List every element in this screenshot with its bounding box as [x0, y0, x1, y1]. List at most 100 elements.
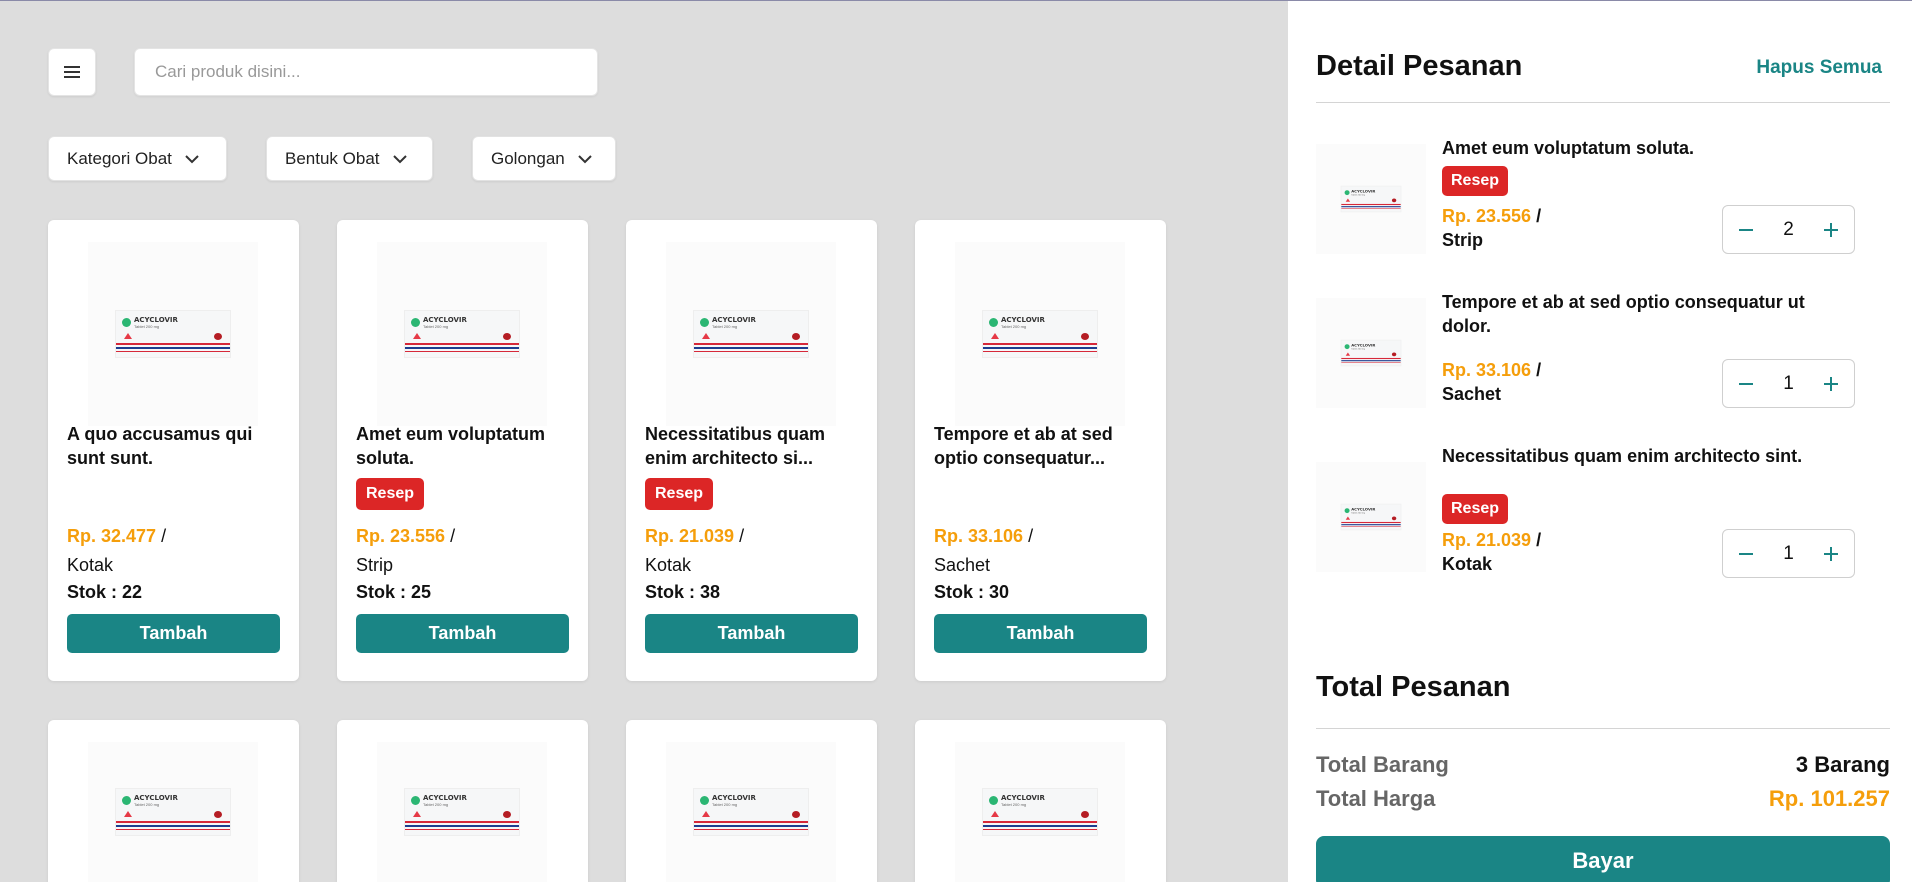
order-item-image: ACYCLOVIR Tablet 200 mg [1316, 144, 1426, 254]
add-button[interactable]: Tambah [67, 614, 280, 653]
plus-icon [1823, 222, 1838, 237]
minus-icon [1739, 382, 1753, 385]
plus-icon [1823, 376, 1838, 391]
prescription-badge: Resep [1442, 494, 1509, 524]
product-card: ACYCLOVIR Tablet 200 mg Tempore et ab at … [915, 220, 1166, 681]
product-stock: Stok : 22 [67, 582, 143, 602]
order-item-image: ACYCLOVIR Tablet 200 mg [1316, 462, 1426, 572]
order-item-name: Necessitatibus quam enim architecto sint… [1442, 446, 1803, 466]
product-card: ACYCLOVIR Tablet 200 mg [337, 720, 588, 882]
order-item-unit: Kotak [1442, 554, 1493, 574]
product-image: ACYCLOVIR Tablet 200 mg [88, 242, 258, 426]
product-unit: Kotak [645, 555, 692, 575]
order-item: ACYCLOVIR Tablet 200 mg Tempore et ab at … [1316, 292, 1855, 418]
chevron-down-icon [185, 154, 199, 163]
product-price: Rp. 32.477 / [67, 526, 167, 546]
product-image: ACYCLOVIR Tablet 200 mg [88, 742, 258, 882]
order-item-price: Rp. 33.106 / [1442, 360, 1542, 380]
quantity-value[interactable]: 1 [1783, 543, 1794, 565]
quantity-stepper: 1 [1722, 529, 1855, 578]
increase-button[interactable] [1820, 543, 1842, 565]
total-price-row: Total Harga Rp. 101.257 [1316, 786, 1890, 812]
product-card: ACYCLOVIR Tablet 200 mg A quo accusamus q… [48, 220, 299, 681]
product-image: ACYCLOVIR Tablet 200 mg [377, 742, 547, 882]
product-name: Amet eum voluptatum soluta. [356, 424, 546, 468]
product-card: ACYCLOVIR Tablet 200 mg [626, 720, 877, 882]
increase-button[interactable] [1820, 219, 1842, 241]
chevron-down-icon [578, 154, 592, 163]
quantity-value[interactable]: 2 [1783, 219, 1794, 241]
order-item-name: Amet eum voluptatum soluta. [1442, 138, 1695, 158]
prescription-badge: Resep [645, 478, 714, 510]
prescription-badge: Resep [356, 478, 425, 510]
product-area: Kategori Obat Bentuk Obat Golongan ACYCL… [0, 0, 1288, 882]
product-image: ACYCLOVIR Tablet 200 mg [666, 742, 836, 882]
order-item-name: Tempore et ab at sed optio consequatur u… [1442, 292, 1805, 336]
total-items-row: Total Barang 3 Barang [1316, 752, 1890, 778]
order-panel: Detail Pesanan Hapus Semua ACYCLOVIR Tabl… [1288, 0, 1912, 882]
product-name: Necessitatibus quam enim architecto si..… [645, 424, 826, 468]
product-card: ACYCLOVIR Tablet 200 mg [48, 720, 299, 882]
top-border [0, 0, 1912, 1]
order-item-price: Rp. 21.039 / [1442, 530, 1542, 550]
filter-label: Kategori Obat [67, 148, 172, 168]
chevron-down-icon [392, 154, 407, 163]
minus-icon [1739, 552, 1753, 555]
add-button[interactable]: Tambah [356, 614, 569, 653]
product-image: ACYCLOVIR Tablet 200 mg [377, 242, 547, 426]
product-image: ACYCLOVIR Tablet 200 mg [955, 242, 1125, 426]
menu-button[interactable] [48, 48, 96, 96]
product-card: ACYCLOVIR Tablet 200 mg Necessitatibus qu… [626, 220, 877, 681]
total-price-label: Total Harga [1316, 786, 1436, 811]
decrease-button[interactable] [1735, 373, 1757, 395]
total-price-value: Rp. 101.257 [1768, 786, 1890, 811]
filter-bentuk-obat[interactable]: Bentuk Obat [266, 136, 433, 181]
product-stock: Stok : 38 [645, 582, 721, 602]
quantity-stepper: 2 [1722, 205, 1855, 254]
product-name: Tempore et ab at sed optio consequatur..… [934, 424, 1113, 468]
product-unit: Kotak [67, 555, 114, 575]
filter-label: Bentuk Obat [285, 148, 380, 168]
add-button[interactable]: Tambah [934, 614, 1147, 653]
decrease-button[interactable] [1735, 543, 1757, 565]
filter-label: Golongan [491, 148, 565, 168]
increase-button[interactable] [1820, 373, 1842, 395]
product-stock: Stok : 25 [356, 582, 432, 602]
divider [1316, 102, 1890, 103]
product-price: Rp. 23.556 / [356, 526, 456, 546]
product-price: Rp. 33.106 / [934, 526, 1034, 546]
order-item-unit: Sachet [1442, 384, 1502, 404]
decrease-button[interactable] [1735, 219, 1757, 241]
filter-golongan[interactable]: Golongan [472, 136, 616, 181]
hamburger-icon [64, 66, 80, 78]
total-items-label: Total Barang [1316, 752, 1449, 777]
quantity-stepper: 1 [1722, 359, 1855, 408]
order-item: ACYCLOVIR Tablet 200 mg Necessitatibus qu… [1316, 446, 1855, 592]
pay-button[interactable]: Bayar [1316, 836, 1890, 882]
product-name: A quo accusamus qui sunt sunt. [67, 424, 253, 468]
minus-icon [1739, 228, 1753, 231]
quantity-value[interactable]: 1 [1783, 373, 1794, 395]
search-input[interactable] [134, 48, 598, 96]
plus-icon [1823, 546, 1838, 561]
product-image: ACYCLOVIR Tablet 200 mg [666, 242, 836, 426]
clear-all-link[interactable]: Hapus Semua [1756, 57, 1882, 79]
filter-kategori-obat[interactable]: Kategori Obat [48, 136, 227, 181]
order-title: Detail Pesanan [1316, 50, 1523, 82]
product-card: ACYCLOVIR Tablet 200 mg Amet eum voluptat… [337, 220, 588, 681]
order-item-image: ACYCLOVIR Tablet 200 mg [1316, 298, 1426, 408]
order-item: ACYCLOVIR Tablet 200 mg Amet eum voluptat… [1316, 138, 1855, 264]
product-image: ACYCLOVIR Tablet 200 mg [955, 742, 1125, 882]
divider [1316, 728, 1890, 729]
order-item-unit: Strip [1442, 230, 1484, 250]
prescription-badge: Resep [1442, 166, 1509, 196]
add-button[interactable]: Tambah [645, 614, 858, 653]
summary-title: Total Pesanan [1316, 671, 1511, 703]
product-unit: Strip [356, 555, 394, 575]
product-unit: Sachet [934, 555, 991, 575]
total-items-value: 3 Barang [1795, 752, 1890, 777]
product-stock: Stok : 30 [934, 582, 1010, 602]
order-item-price: Rp. 23.556 / [1442, 206, 1542, 226]
product-card: ACYCLOVIR Tablet 200 mg [915, 720, 1166, 882]
product-price: Rp. 21.039 / [645, 526, 745, 546]
